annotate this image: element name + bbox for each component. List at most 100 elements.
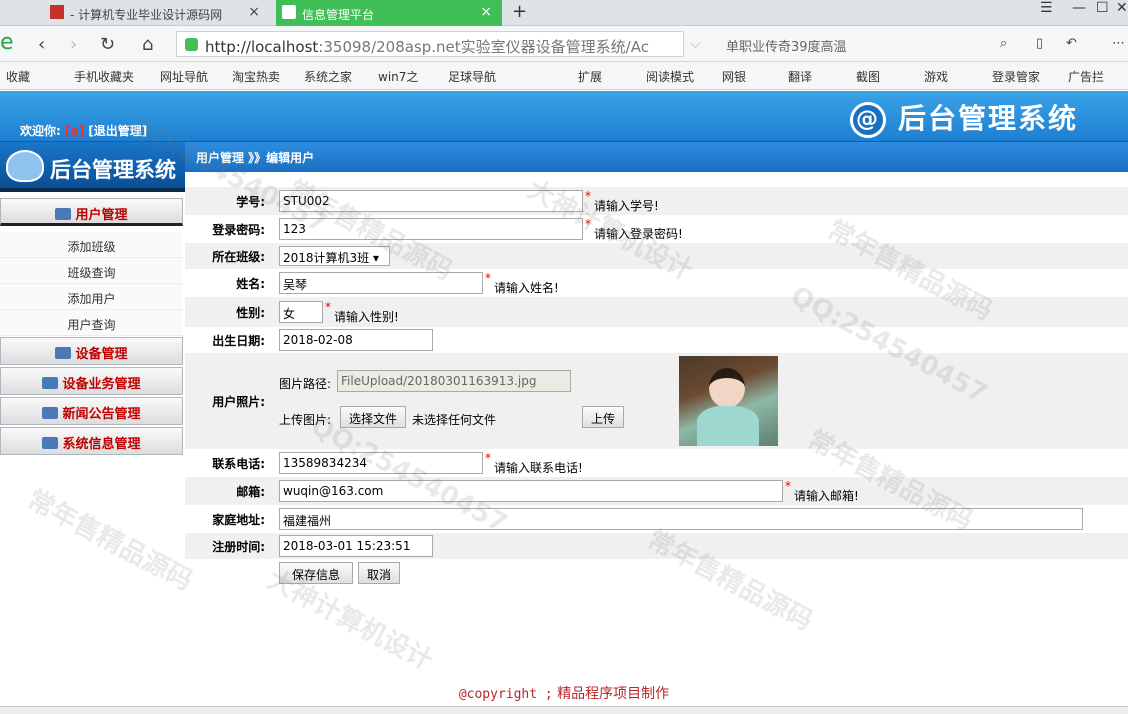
phone-input[interactable]: 13589834234 <box>279 452 483 474</box>
student-no-input[interactable]: STU002 <box>279 190 583 212</box>
form-row-email: 邮箱: wuqin@163.com * 请输入邮箱! <box>185 477 1128 505</box>
submenu-add-user[interactable]: 添加用户 <box>0 284 183 310</box>
menu-icon <box>42 437 59 449</box>
page-header: 欢迎你: [a] [退出管理] @ 后台管理系统 <box>0 91 1128 142</box>
phone-icon[interactable]: ▯ <box>1036 36 1043 51</box>
page-footer: @copyright ; 精品程序项目制作 <box>0 683 1128 703</box>
bookmark-item[interactable]: 游戏 <box>924 68 948 85</box>
reload-icon[interactable]: ↻ <box>100 34 115 55</box>
address-bar: e ‹ › ↻ ⌂ http://localhost:35098/208asp.… <box>0 26 1128 62</box>
more-icon[interactable]: ⋯ <box>1112 36 1125 51</box>
form-row-photo: 用户照片: 图片路径: FileUpload/20180301163913.jp… <box>185 353 1128 449</box>
dropdown-icon[interactable]: ⌵ <box>690 36 701 52</box>
welcome-bar: 欢迎你: [a] [退出管理] <box>20 122 147 139</box>
form-row-gender: 性别: 女 * 请输入性别! <box>185 297 1128 327</box>
required-mark: * <box>485 451 491 465</box>
breadcrumb: 用户管理 》》编辑用户 <box>185 142 1128 172</box>
logo-at-icon: @ <box>850 102 886 138</box>
form-row-name: 姓名: 吴琴 * 请输入姓名! <box>185 269 1128 297</box>
header-brand: 后台管理系统 <box>898 102 1079 135</box>
forward-icon[interactable]: › <box>70 34 77 55</box>
bookmark-item[interactable]: 足球导航 <box>448 68 496 85</box>
cancel-button[interactable]: 取消 <box>358 562 400 584</box>
email-input[interactable]: wuqin@163.com <box>279 480 783 502</box>
search-icon[interactable]: ⌕ <box>1000 36 1007 51</box>
credit-text: 精品程序项目制作 <box>557 686 670 702</box>
name-input[interactable]: 吴琴 <box>279 272 483 294</box>
password-input[interactable]: 123 <box>279 218 583 240</box>
menu-device-business[interactable]: 设备业务管理 <box>0 367 183 395</box>
submenu-class-query[interactable]: 班级查询 <box>0 258 183 284</box>
class-select[interactable]: 2018计算机3班 ▾ <box>279 246 390 266</box>
field-label: 家庭地址: <box>212 512 265 527</box>
url-input[interactable]: http://localhost:35098/208asp.net实验室仪器设备… <box>176 31 684 57</box>
header-logo: @ 后台管理系统 <box>850 97 1079 138</box>
submenu-add-class[interactable]: 添加班级 <box>0 232 183 258</box>
status-bar <box>0 706 1128 714</box>
url-host: http://localhost <box>205 38 319 56</box>
field-label: 性别: <box>236 305 265 320</box>
browser-tab-2[interactable]: 信息管理平台 × <box>276 0 502 26</box>
browser-tab-1[interactable]: - 计算机专业毕业设计源码网 × <box>44 0 270 26</box>
back-icon[interactable]: ‹ <box>38 34 45 55</box>
page-icon <box>282 5 296 19</box>
gender-input[interactable]: 女 <box>279 301 323 323</box>
maximize-icon[interactable]: ☐ <box>1096 0 1109 16</box>
bookmark-item[interactable]: 广告拦 <box>1068 68 1104 85</box>
bookmark-item[interactable]: 淘宝热卖 <box>232 68 280 85</box>
menu-system-info[interactable]: 系统信息管理 <box>0 427 183 455</box>
upload-button[interactable]: 上传 <box>582 406 624 428</box>
logout-link[interactable]: [退出管理] <box>88 124 147 138</box>
bookmark-item[interactable]: 网银 <box>722 68 746 85</box>
bookmark-item[interactable]: 网址导航 <box>160 68 208 85</box>
required-mark: * <box>485 271 491 285</box>
menu-label: 新闻公告管理 <box>62 407 141 422</box>
menu-news-management[interactable]: 新闻公告管理 <box>0 397 183 425</box>
user-photo <box>679 356 778 446</box>
menu-icon <box>55 347 72 359</box>
no-file-text: 未选择任何文件 <box>412 413 497 427</box>
address-input[interactable]: 福建福州 <box>279 508 1083 530</box>
minimize-icon[interactable]: — <box>1072 0 1086 16</box>
bookmark-item[interactable]: 翻译 <box>788 68 812 85</box>
bookmark-item[interactable]: win7之 <box>378 68 418 85</box>
secure-shield-icon <box>185 38 198 51</box>
menu-icon <box>55 208 72 220</box>
sidebar-brand: 后台管理系统 <box>50 158 176 182</box>
home-icon[interactable]: ⌂ <box>142 34 153 55</box>
menu-label: 设备管理 <box>75 347 128 362</box>
menu-label: 设备业务管理 <box>62 377 141 392</box>
form-row-student-no: 学号: STU002 * 请输入学号! <box>185 187 1128 215</box>
tab-close-icon[interactable]: × <box>480 4 492 20</box>
copyright-text: @copyright ; <box>458 687 553 702</box>
field-label: 邮箱: <box>236 484 265 499</box>
bookmark-item[interactable]: 收藏 <box>6 68 30 85</box>
class-select-value: 2018计算机3班 <box>283 251 370 265</box>
choose-file-button[interactable]: 选择文件 <box>340 406 406 428</box>
bookmark-item[interactable]: 登录管家 <box>992 68 1040 85</box>
menu-icon[interactable]: ☰ <box>1040 0 1053 16</box>
field-hint: 请输入姓名! <box>494 281 559 295</box>
save-button[interactable]: 保存信息 <box>279 562 353 584</box>
new-tab-icon[interactable]: + <box>512 1 527 22</box>
required-mark: * <box>585 189 591 203</box>
bookmark-item[interactable]: 扩展 <box>578 68 602 85</box>
tab-close-icon[interactable]: × <box>248 4 260 20</box>
field-label: 登录密码: <box>212 222 265 237</box>
photo-body <box>697 406 759 446</box>
search-hint[interactable]: 单职业传奇39度高温 <box>726 36 847 55</box>
bookmark-item[interactable]: 系统之家 <box>304 68 352 85</box>
bookmark-item[interactable]: 阅读模式 <box>646 68 694 85</box>
form-row-birthday: 出生日期: 2018-02-08 <box>185 327 1128 353</box>
birthday-input[interactable]: 2018-02-08 <box>279 329 433 351</box>
field-hint: 请输入邮箱! <box>794 489 859 503</box>
close-window-icon[interactable]: ✕ <box>1116 0 1128 16</box>
submenu-user-query[interactable]: 用户查询 <box>0 310 183 336</box>
bookmark-item[interactable]: 手机收藏夹 <box>74 68 134 85</box>
bookmark-item[interactable]: 截图 <box>856 68 880 85</box>
menu-device-management[interactable]: 设备管理 <box>0 337 183 365</box>
reg-time-input[interactable]: 2018-03-01 15:23:51 <box>279 535 433 557</box>
undo-icon[interactable]: ↶ <box>1066 36 1077 51</box>
menu-user-management[interactable]: 用户管理 <box>0 198 183 226</box>
chevron-down-icon: ▾ <box>373 251 380 265</box>
